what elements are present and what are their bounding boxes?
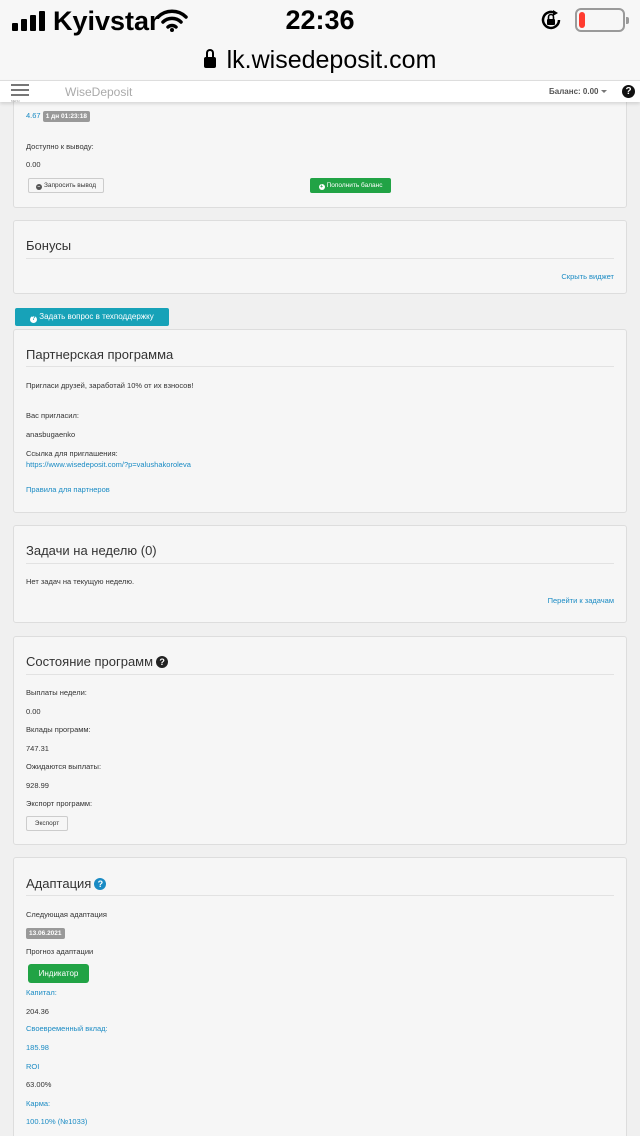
indicator-button[interactable]: Индикатор (28, 964, 89, 983)
invited-by-value: anasbugaenko (26, 430, 76, 439)
export-button[interactable]: Экспорт (26, 816, 68, 831)
roi-value: 63.00% (26, 1080, 52, 1089)
goto-tasks-link[interactable]: Перейти к задачам (548, 596, 614, 605)
next-adaptation-date-row: 13.06.2021 (26, 928, 65, 939)
help-icon[interactable]: ? (94, 878, 107, 890)
divider (26, 258, 614, 259)
balance-row: 4.67 1 дн 01:23:18 (26, 111, 91, 122)
ref-link[interactable]: https://www.wisedeposit.com/?p=valushako… (26, 460, 191, 469)
brand-logo[interactable]: WiseDeposit (65, 85, 132, 99)
capital-label[interactable]: Капитал: (26, 988, 57, 997)
available-label: Доступно к выводу: (26, 142, 94, 151)
battery-icon (575, 8, 629, 32)
programs-title-row: Состояние программ? (26, 654, 169, 669)
support-button[interactable]: ? Задать вопрос в техподдержку (15, 308, 169, 326)
account-amount[interactable]: 4.67 (26, 111, 41, 120)
timely-deposit-label[interactable]: Своевременный вклад: (26, 1024, 108, 1033)
karma-value[interactable]: 100.10% (№1033) (26, 1117, 87, 1126)
bonuses-title: Бонусы (26, 238, 72, 253)
bonuses-panel: Бонусы Скрыть виджет (13, 220, 627, 294)
expected-value: 928.99 (26, 781, 49, 790)
account-panel: 4.67 1 дн 01:23:18 Доступно к выводу: 0.… (13, 92, 627, 208)
status-bar: Kyivstar 22:36 (0, 0, 640, 40)
next-adaptation-date: 13.06.2021 (26, 928, 65, 939)
invite-text: Пригласи друзей, заработай 10% от их взн… (26, 381, 194, 390)
adaptation-title: Адаптация (26, 876, 92, 891)
rotation-lock-icon (539, 8, 563, 37)
adaptation-panel: Адаптация? Следующая адаптация 13.06.202… (13, 857, 627, 1136)
support-button-label: Задать вопрос в техподдержку (39, 312, 154, 321)
question-circle-icon: ? (30, 316, 38, 323)
expected-label: Ожидаются выплаты: (26, 762, 102, 771)
hide-widget-link[interactable]: Скрыть виджет (561, 272, 614, 281)
tasks-title: Задачи на неделю (0) (26, 543, 157, 558)
divider (26, 895, 614, 896)
plus-circle-icon: + (318, 184, 325, 190)
divider (26, 674, 614, 675)
payouts-week-label: Выплаты недели: (26, 688, 87, 697)
lock-icon (203, 49, 216, 69)
site-navbar: MENU WiseDeposit Баланс: 0.00 ? (0, 80, 640, 103)
partner-panel: Партнерская программа Пригласи друзей, з… (13, 329, 627, 513)
deposit-button[interactable]: + Пополнить баланс (310, 178, 391, 193)
forecast-label: Прогноз адаптации (26, 947, 94, 956)
deposits-label: Вклады программ: (26, 725, 91, 734)
divider (26, 563, 614, 564)
adaptation-title-row: Адаптация? (26, 876, 107, 891)
help-icon[interactable]: ? (156, 656, 169, 668)
payouts-week-value: 0.00 (26, 707, 41, 716)
balance-label: Баланс: 0.00 (549, 87, 599, 96)
export-label: Экспорт программ: (26, 799, 93, 808)
url-text[interactable]: lk.wisedeposit.com (227, 46, 437, 75)
menu-caption: MENU (11, 99, 20, 103)
capital-value: 204.36 (26, 1007, 49, 1016)
tasks-empty-text: Нет задач на текущую неделю. (26, 577, 135, 586)
partner-title: Партнерская программа (26, 347, 174, 362)
invited-by-label: Вас пригласил: (26, 411, 79, 420)
withdraw-button-label: Запросить вывод (43, 182, 97, 189)
help-icon[interactable]: ? (622, 85, 635, 98)
timely-deposit-value[interactable]: 185.98 (26, 1043, 49, 1052)
caret-down-icon (601, 90, 608, 94)
ref-link-label: Ссылка для приглашения: (26, 449, 118, 458)
divider (26, 366, 614, 367)
next-adaptation-label: Следующая адаптация (26, 910, 107, 919)
programs-title: Состояние программ (26, 654, 154, 669)
deposits-value: 747.31 (26, 744, 49, 753)
timer-badge: 1 дн 01:23:18 (42, 111, 91, 122)
withdraw-button[interactable]: − Запросить вывод (28, 178, 104, 193)
minus-circle-icon: − (35, 184, 42, 190)
deposit-button-label: Пополнить баланс (326, 182, 383, 189)
tasks-panel: Задачи на неделю (0) Нет задач на текущу… (13, 525, 627, 623)
balance-dropdown[interactable]: Баланс: 0.00 (549, 87, 608, 96)
available-value: 0.00 (26, 160, 41, 169)
karma-label[interactable]: Карма: (26, 1099, 50, 1108)
partner-rules-link[interactable]: Правила для партнеров (26, 485, 110, 494)
url-bar[interactable]: lk.wisedeposit.com (0, 40, 640, 80)
programs-panel: Состояние программ? Выплаты недели: 0.00… (13, 636, 627, 845)
roi-label[interactable]: ROI (26, 1062, 39, 1071)
